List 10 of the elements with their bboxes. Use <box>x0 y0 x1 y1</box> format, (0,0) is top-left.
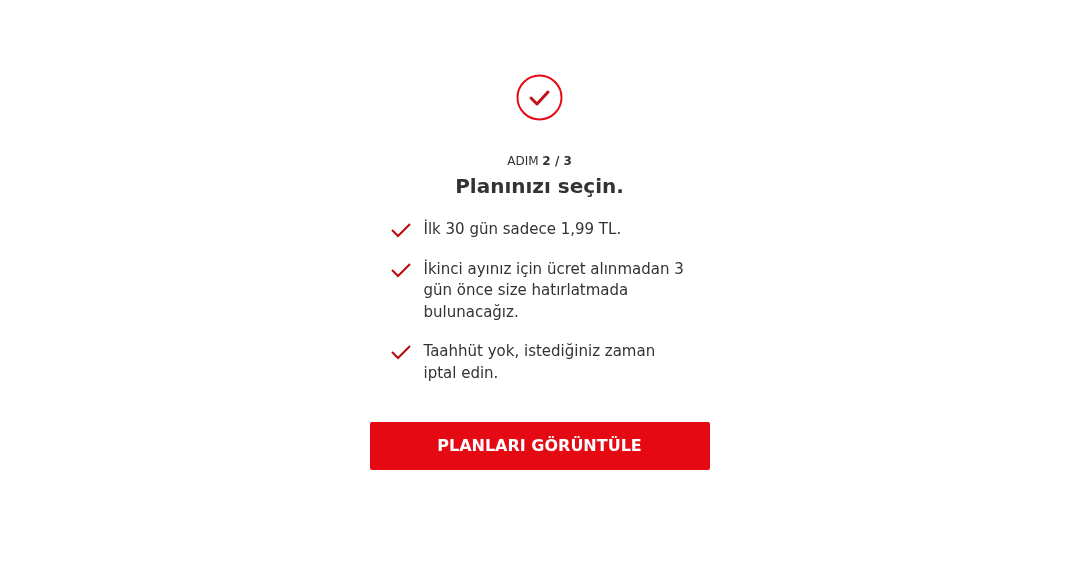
checkmark-icon <box>389 222 412 238</box>
checkmark-circle-icon <box>516 74 563 121</box>
page-title: Planınızı seçin. <box>454 173 625 199</box>
benefit-text: İlk 30 gün sadece 1,99 TL. <box>423 219 622 240</box>
step-indicator: ADIM 2 / 3 <box>506 153 573 169</box>
benefit-text: İkinci ayınız için ücret alınmadan 3 gün önce size hatırlatmada bulunacağız. <box>423 258 685 323</box>
checkmark-icon <box>389 261 412 278</box>
checkmark-icon <box>389 344 412 360</box>
view-plans-button[interactable]: PLANLARI GÖRÜNTÜLE <box>369 422 710 470</box>
benefit-text: Taahhüt yok, istediğiniz zaman iptal edin. <box>423 341 657 384</box>
